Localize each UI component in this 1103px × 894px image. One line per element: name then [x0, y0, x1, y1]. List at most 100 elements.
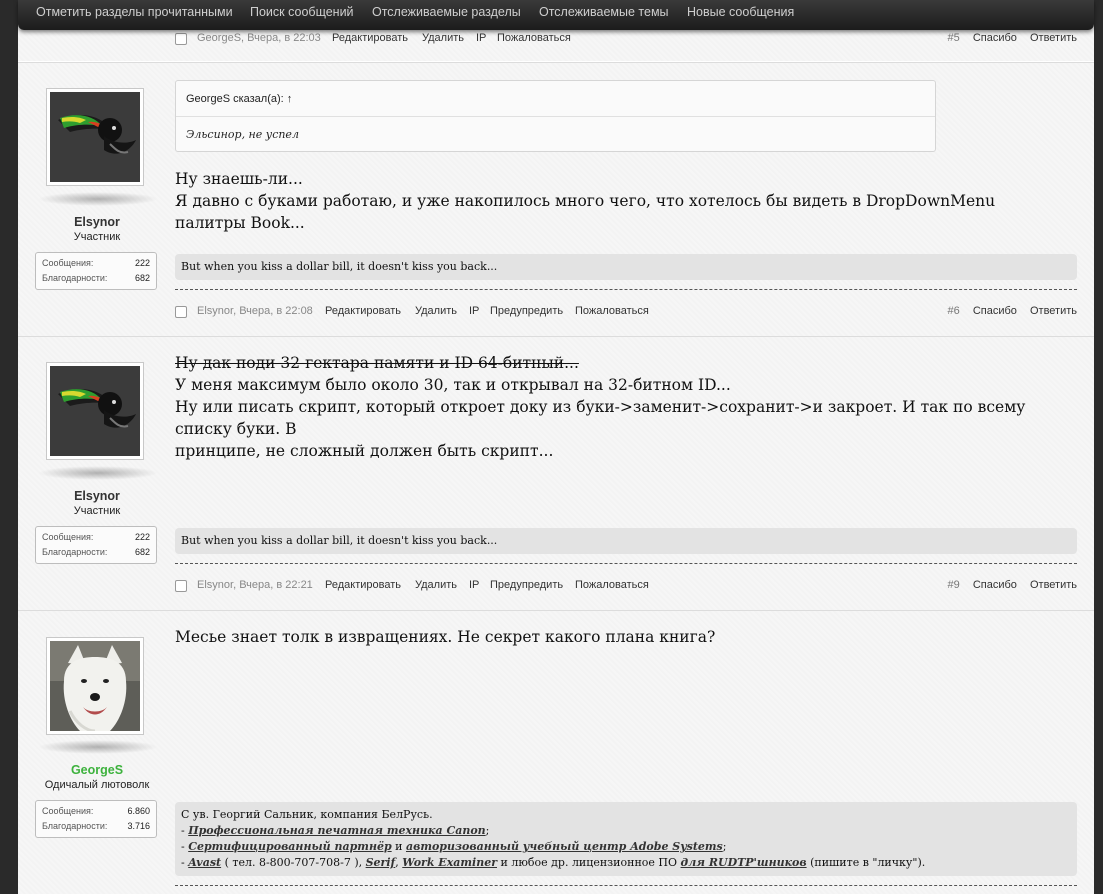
ip-link[interactable]: IP: [476, 32, 486, 44]
warn-link[interactable]: Предупредить: [490, 579, 563, 591]
select-post-checkbox[interactable]: [175, 306, 187, 318]
message-line: Ну или писать скрипт, который откроет до…: [175, 398, 1026, 438]
signature: But when you kiss a dollar bill, it does…: [175, 254, 1077, 280]
avatar[interactable]: [46, 362, 144, 460]
dashed-divider: [175, 885, 1077, 886]
signature-line: - Профессиональная печатная техника Cano…: [181, 824, 490, 837]
canon-link[interactable]: Профессиональная печатная техника Canon: [188, 824, 485, 837]
reply-link[interactable]: Ответить: [1030, 32, 1077, 44]
posts-count[interactable]: 222: [135, 532, 150, 542]
avatar-shadow: [38, 466, 158, 480]
report-link[interactable]: Пожаловаться: [575, 305, 649, 317]
reply-link[interactable]: Ответить: [1030, 305, 1077, 317]
select-post-checkbox[interactable]: [175, 33, 187, 45]
watched-forums-link[interactable]: Отслеживаемые разделы: [372, 5, 521, 19]
quote-divider: [176, 116, 935, 117]
quote-author[interactable]: GeorgeS сказал(а): ↑: [186, 93, 292, 105]
thanks-label: Благодарности:: [42, 547, 108, 557]
post-author-time: GeorgeS, Вчера, в 22:03: [197, 32, 321, 44]
user-title: Участник: [73, 505, 121, 517]
user-title: Одичалый лютоволк: [44, 779, 150, 791]
dashed-divider: [175, 289, 1077, 290]
ip-link[interactable]: IP: [469, 579, 479, 591]
toucan-avatar-icon: [50, 366, 140, 456]
work-examiner-link[interactable]: Work Examiner: [402, 856, 497, 869]
toucan-avatar-icon: [50, 92, 140, 182]
edit-link[interactable]: Редактировать: [332, 32, 408, 44]
message-line: Месье знает толк в извращениях. Не секре…: [175, 628, 716, 646]
thanks-label: Благодарности:: [42, 273, 108, 283]
avatar-shadow: [38, 192, 158, 206]
edit-link[interactable]: Редактировать: [325, 579, 401, 591]
avatar[interactable]: [46, 88, 144, 186]
forum-thread-content: GeorgeS, Вчера, в 22:03 Редактировать Уд…: [18, 0, 1094, 894]
post-author-time: Elsynor, Вчера, в 22:21: [197, 579, 313, 591]
post-number-link[interactable]: #9: [948, 579, 960, 591]
serif-link[interactable]: Serif: [366, 856, 396, 869]
avatar[interactable]: [46, 637, 144, 735]
new-posts-link[interactable]: Новые сообщения: [687, 5, 794, 19]
message-line: У меня максимум было около 30, так и отк…: [175, 376, 731, 394]
username[interactable]: GeorgeS: [18, 763, 176, 777]
thanks-link[interactable]: Спасибо: [973, 579, 1017, 591]
thanks-count: 682: [134, 273, 150, 283]
dashed-divider: [175, 563, 1077, 564]
posts-count[interactable]: 222: [135, 258, 150, 268]
post-separator: [18, 62, 1094, 63]
posts-label: Сообщения:: [42, 806, 94, 816]
post-separator: [18, 336, 1094, 337]
delete-link[interactable]: Удалить: [415, 305, 457, 317]
post-author-time: Elsynor, Вчера, в 22:08: [197, 305, 313, 317]
watched-threads-link[interactable]: Отслеживаемые темы: [539, 5, 669, 19]
user-title: Участник: [73, 231, 121, 243]
message-body: Ну дак поди 32 гектара памяти и ID 64-би…: [175, 352, 1055, 462]
rudtp-link[interactable]: для RUDTP'шников: [681, 856, 807, 869]
message-line: Ну знаешь-ли...: [175, 170, 303, 188]
thanks-link[interactable]: Спасибо: [973, 305, 1017, 317]
delete-link[interactable]: Удалить: [415, 579, 457, 591]
quote-text: Эльсинор, не успел: [186, 128, 299, 141]
certified-partner-link[interactable]: Сертифицированный партнёр: [188, 840, 391, 853]
thanks-count: 3.716: [127, 821, 150, 831]
username[interactable]: Elsynor: [18, 489, 176, 503]
adobe-training-center-link[interactable]: авторизованный учебный центр Adobe Syste…: [406, 840, 723, 853]
thanks-count: 682: [134, 547, 150, 557]
thanks-link[interactable]: Спасибо: [973, 32, 1017, 44]
report-link[interactable]: Пожаловаться: [497, 32, 571, 44]
avast-link[interactable]: Avast: [188, 856, 221, 869]
post-meta-bar: GeorgeS, Вчера, в 22:03 Редактировать Уд…: [175, 32, 1077, 48]
top-nav-bar: Отметить разделы прочитанными Поиск сооб…: [18, 0, 1094, 30]
user-stats: Сообщения: 222 Благодарности: 682: [35, 252, 157, 290]
message-line-strikethrough: Ну дак поди 32 гектара памяти и ID 64-би…: [175, 354, 579, 372]
mark-forums-read-link[interactable]: Отметить разделы прочитанными: [36, 5, 233, 19]
select-post-checkbox[interactable]: [175, 580, 187, 592]
edit-link[interactable]: Редактировать: [325, 305, 401, 317]
search-posts-link[interactable]: Поиск сообщений: [250, 5, 354, 19]
message-body: Ну знаешь-ли... Я давно с буками работаю…: [175, 168, 1055, 234]
posts-label: Сообщения:: [42, 532, 94, 542]
wolf-avatar-icon: [50, 641, 140, 731]
delete-link[interactable]: Удалить: [422, 32, 464, 44]
quote-block: GeorgeS сказал(а): ↑ Эльсинор, не успел: [175, 80, 936, 152]
user-stats: Сообщения: 222 Благодарности: 682: [35, 526, 157, 564]
signature: С ув. Георгий Сальник, компания БелРусь.…: [175, 802, 1077, 876]
avatar-shadow: [38, 740, 158, 754]
signature-line: - Avast ( тел. 8-800-707-708-7 ), Serif,…: [181, 856, 926, 869]
message-line: принципе, не сложный должен быть скрипт.…: [175, 442, 554, 460]
post-number-link[interactable]: #5: [948, 32, 960, 44]
signature: But when you kiss a dollar bill, it does…: [175, 528, 1077, 554]
post-meta-bar: Elsynor, Вчера, в 22:21 Редактировать Уд…: [175, 579, 1077, 595]
signature-line: С ув. Георгий Сальник, компания БелРусь.: [181, 808, 433, 821]
reply-link[interactable]: Ответить: [1030, 579, 1077, 591]
post-separator: [18, 610, 1094, 611]
ip-link[interactable]: IP: [469, 305, 479, 317]
signature-line: - Сертифицированный партнёр и авторизова…: [181, 840, 727, 853]
username[interactable]: Elsynor: [18, 215, 176, 229]
message-line: Я давно с буками работаю, и уже накопило…: [175, 192, 996, 232]
thanks-label: Благодарности:: [42, 821, 108, 831]
user-stats: Сообщения: 6.860 Благодарности: 3.716: [35, 800, 157, 838]
posts-count[interactable]: 6.860: [127, 806, 150, 816]
post-number-link[interactable]: #6: [948, 305, 960, 317]
warn-link[interactable]: Предупредить: [490, 305, 563, 317]
report-link[interactable]: Пожаловаться: [575, 579, 649, 591]
